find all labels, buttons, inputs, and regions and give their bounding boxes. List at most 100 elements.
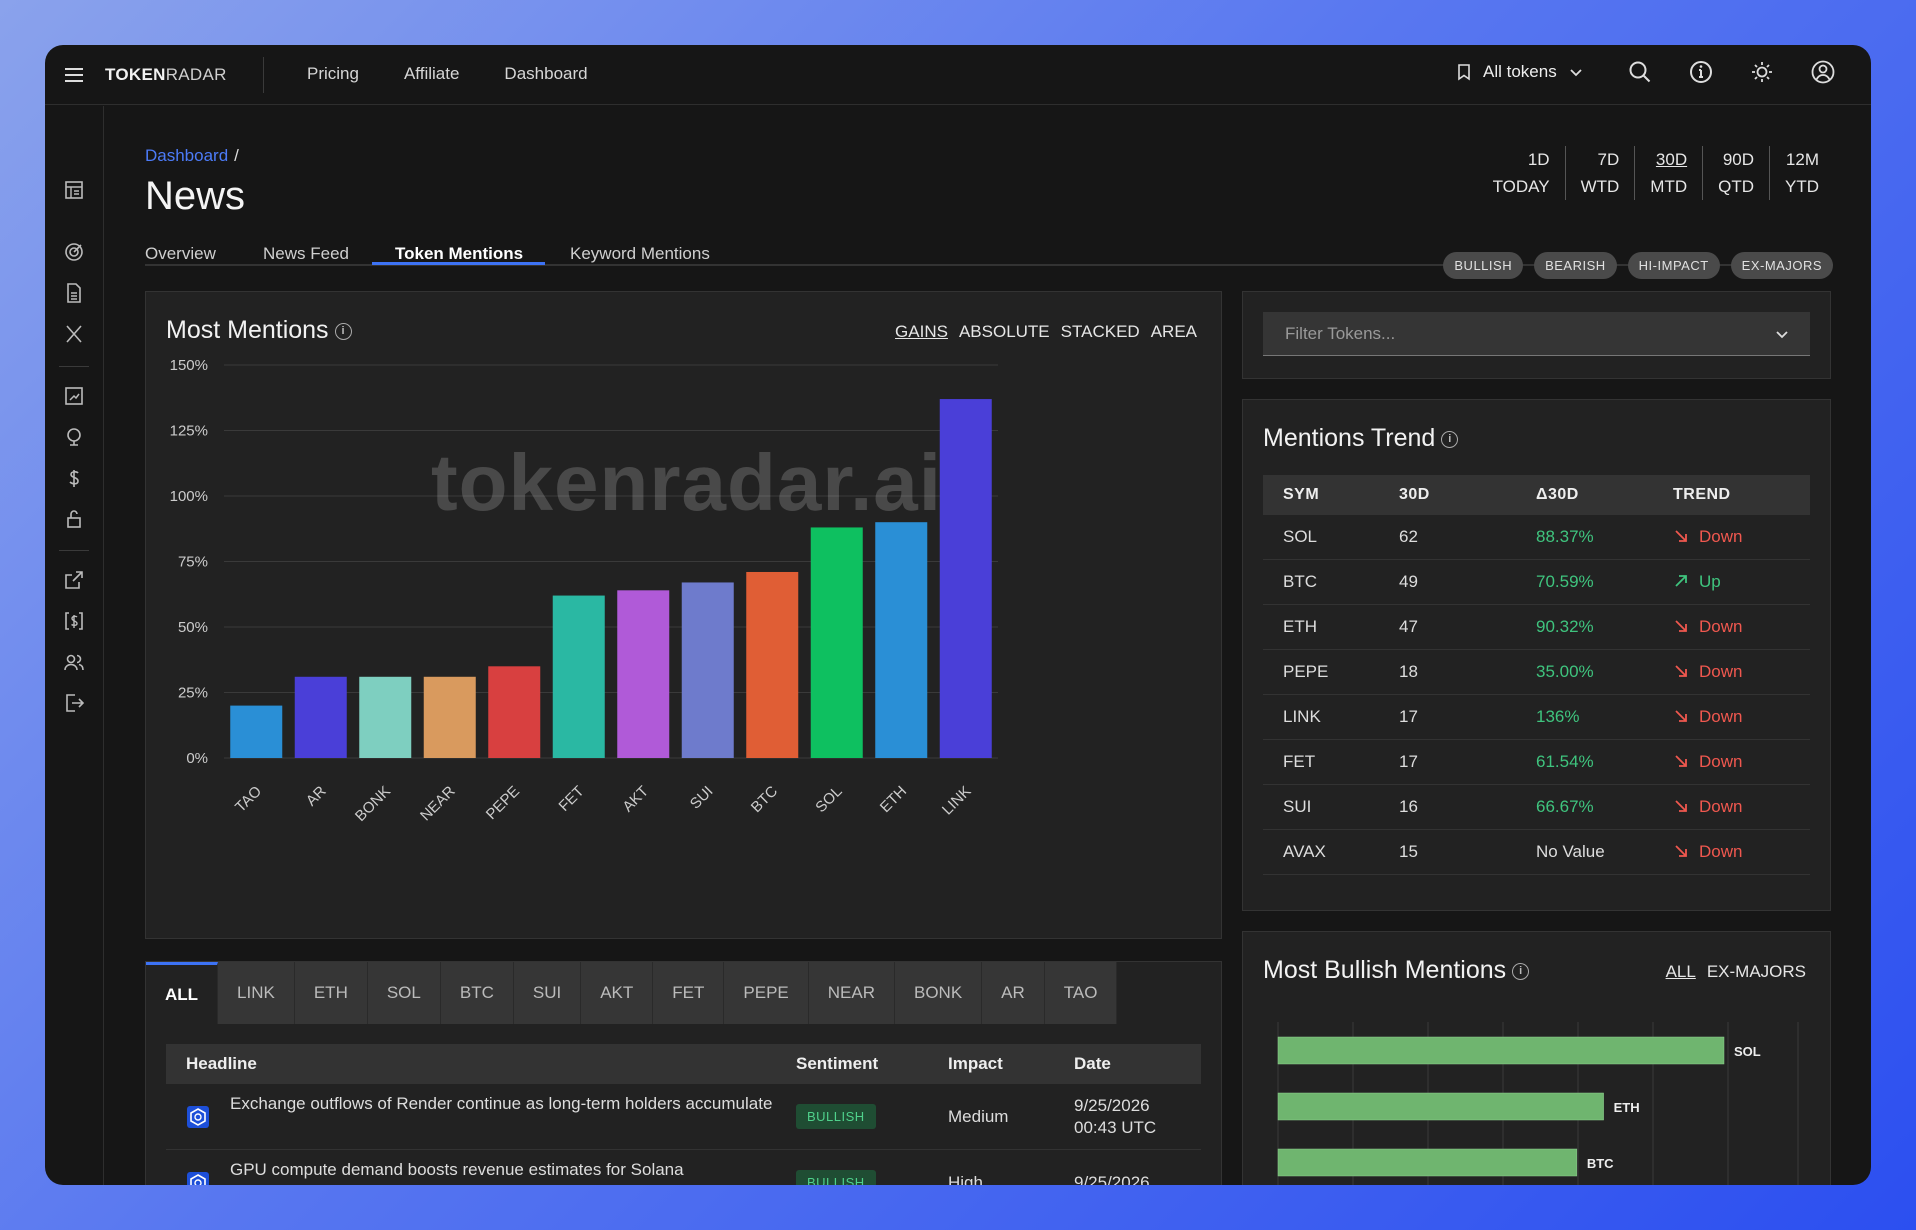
bar-akt[interactable]	[617, 590, 670, 758]
date-value: 9/25/2026	[1074, 1095, 1150, 1115]
target-icon[interactable]	[63, 241, 85, 263]
trend-label: Down	[1699, 617, 1743, 636]
bar-sui[interactable]	[681, 582, 734, 758]
bullish-bar-eth[interactable]	[1277, 1092, 1604, 1121]
period-label: 30D	[1655, 150, 1688, 169]
table-row[interactable]: SUI 16 66.67% Down	[1263, 785, 1810, 830]
table-row[interactable]: BTC 49 70.59% Up	[1263, 560, 1810, 605]
token-tab-sol[interactable]: SOL	[367, 962, 441, 1024]
x-tick-label: BTC	[748, 783, 781, 816]
most-mentions-chart: 0% 25% 50% 75% 100% 125% 150% TAO AR BONK NEAR PEPE…	[170, 357, 998, 825]
token-tab-fet[interactable]: FET	[653, 962, 725, 1024]
bar-btc[interactable]	[746, 571, 799, 758]
bar-sol[interactable]	[810, 527, 863, 758]
nav-affiliate[interactable]: Affiliate	[404, 64, 459, 84]
menu-icon[interactable]	[63, 64, 85, 86]
app-window: TOKENRADAR Pricing Affiliate Dashboard A…	[45, 45, 1871, 1185]
token-tab-pepe[interactable]: PEPE	[724, 962, 809, 1024]
sym-cell: PEPE	[1283, 662, 1329, 681]
table-row[interactable]: Exchange outflows of Render continue as …	[166, 1084, 1201, 1150]
header-impact[interactable]: Impact	[948, 1054, 1074, 1074]
headline-text[interactable]: Exchange outflows of Render continue as …	[230, 1093, 772, 1115]
info-icon[interactable]	[1688, 59, 1714, 85]
info-icon[interactable]: i	[1441, 430, 1459, 448]
table-row[interactable]: SOL 62 88.37% Down	[1263, 515, 1810, 560]
globe-icon[interactable]	[63, 426, 85, 448]
period-1d[interactable]: 1D TODAY	[1478, 146, 1566, 200]
header-sym[interactable]: SYM	[1263, 486, 1399, 504]
dashboard-icon[interactable]	[63, 179, 85, 201]
bar-link[interactable]	[939, 399, 992, 758]
period-90d[interactable]: 90D QTD	[1703, 146, 1770, 200]
document-icon[interactable]	[63, 282, 85, 304]
bar-ar[interactable]	[294, 676, 347, 758]
token-tab-btc[interactable]: BTC	[440, 962, 514, 1024]
bar-eth[interactable]	[875, 522, 928, 758]
period-30d[interactable]: 30D MTD	[1635, 146, 1704, 200]
bar-pepe[interactable]	[488, 666, 541, 758]
table-row[interactable]: GPU compute demand boosts revenue estima…	[166, 1150, 1201, 1185]
token-tab-ar[interactable]: AR	[982, 962, 1045, 1024]
filter-tokens-dropdown[interactable]: Filter Tokens...	[1263, 312, 1810, 356]
tab-overview[interactable]: Overview	[145, 244, 216, 264]
chip-ex-majors[interactable]: EX-MAJORS	[1730, 252, 1833, 279]
token-tab-link[interactable]: LINK	[218, 962, 295, 1024]
token-tab-tao[interactable]: TAO	[1044, 962, 1118, 1024]
count-cell: 17	[1399, 707, 1418, 726]
table-row[interactable]: PEPE 18 35.00% Down	[1263, 650, 1810, 695]
headline-text[interactable]: GPU compute demand boosts revenue estima…	[230, 1159, 684, 1181]
tab-news-feed[interactable]: News Feed	[263, 244, 349, 264]
logout-icon[interactable]	[63, 692, 85, 714]
chip-bearish[interactable]: BEARISH	[1534, 252, 1617, 279]
users-icon[interactable]	[63, 651, 85, 673]
header-headline[interactable]: Headline	[166, 1054, 796, 1074]
table-row[interactable]: AVAX 15 No Value Down	[1263, 830, 1810, 875]
bar-bonk[interactable]	[359, 676, 412, 758]
header-sentiment[interactable]: Sentiment	[796, 1054, 948, 1074]
header-delta-30d[interactable]: Δ30D	[1536, 486, 1673, 504]
nav-dashboard[interactable]: Dashboard	[504, 64, 587, 84]
external-link-icon[interactable]	[63, 569, 85, 591]
token-tab-sui[interactable]: SUI	[513, 962, 582, 1024]
dollar-box-icon[interactable]	[63, 610, 85, 632]
user-icon[interactable]	[1810, 59, 1836, 85]
x-tick-label: SOL	[812, 783, 845, 816]
chart-box-icon[interactable]	[63, 385, 85, 407]
token-tab-all[interactable]: ALL	[146, 962, 219, 1024]
unlock-icon[interactable]	[63, 508, 85, 530]
nav-pricing[interactable]: Pricing	[307, 64, 359, 84]
period-7d[interactable]: 7D WTD	[1566, 146, 1636, 200]
filter-placeholder: Filter Tokens...	[1285, 324, 1396, 343]
sentiment-badge: BULLISH	[796, 1104, 876, 1129]
tab-keyword-mentions[interactable]: Keyword Mentions	[570, 244, 710, 264]
impact-cell: Medium	[948, 1106, 1009, 1126]
mentions-trend-panel: Mentions Trend i SYM 30D Δ30D TREND SOL 62…	[1242, 399, 1831, 911]
chip-bullish[interactable]: BULLISH	[1443, 252, 1524, 279]
table-row[interactable]: LINK 17 136% Down	[1263, 695, 1810, 740]
period-12m[interactable]: 12M YTD	[1770, 146, 1833, 200]
bar-near[interactable]	[423, 676, 476, 758]
dollar-icon[interactable]	[63, 467, 85, 489]
bar-label: SOL	[1734, 1044, 1761, 1059]
search-icon[interactable]	[1627, 59, 1653, 85]
bar-fet[interactable]	[552, 595, 605, 758]
x-icon[interactable]	[63, 323, 85, 345]
bar-tao[interactable]	[230, 705, 283, 758]
token-tab-bonk[interactable]: BONK	[894, 962, 983, 1024]
sun-icon[interactable]	[1749, 59, 1775, 85]
breadcrumb-dashboard-link[interactable]: Dashboard	[145, 146, 228, 165]
token-tab-near[interactable]: NEAR	[808, 962, 895, 1024]
token-selector[interactable]: All tokens	[1455, 62, 1585, 82]
token-tab-akt[interactable]: AKT	[581, 962, 654, 1024]
bullish-bar-btc[interactable]	[1277, 1148, 1578, 1177]
bullish-bar-sol[interactable]	[1277, 1036, 1725, 1065]
table-row[interactable]: FET 17 61.54% Down	[1263, 740, 1810, 785]
tab-token-mentions[interactable]: Token Mentions	[395, 244, 523, 264]
header-date[interactable]: Date	[1074, 1053, 1201, 1075]
header-trend[interactable]: TREND	[1673, 486, 1810, 504]
table-row[interactable]: ETH 47 90.32% Down	[1263, 605, 1810, 650]
token-tab-eth[interactable]: ETH	[294, 962, 368, 1024]
chip-hi-impact[interactable]: HI-IMPACT	[1627, 252, 1720, 279]
brand-logo[interactable]: TOKENRADAR	[105, 65, 227, 85]
header-30d[interactable]: 30D	[1399, 486, 1536, 504]
